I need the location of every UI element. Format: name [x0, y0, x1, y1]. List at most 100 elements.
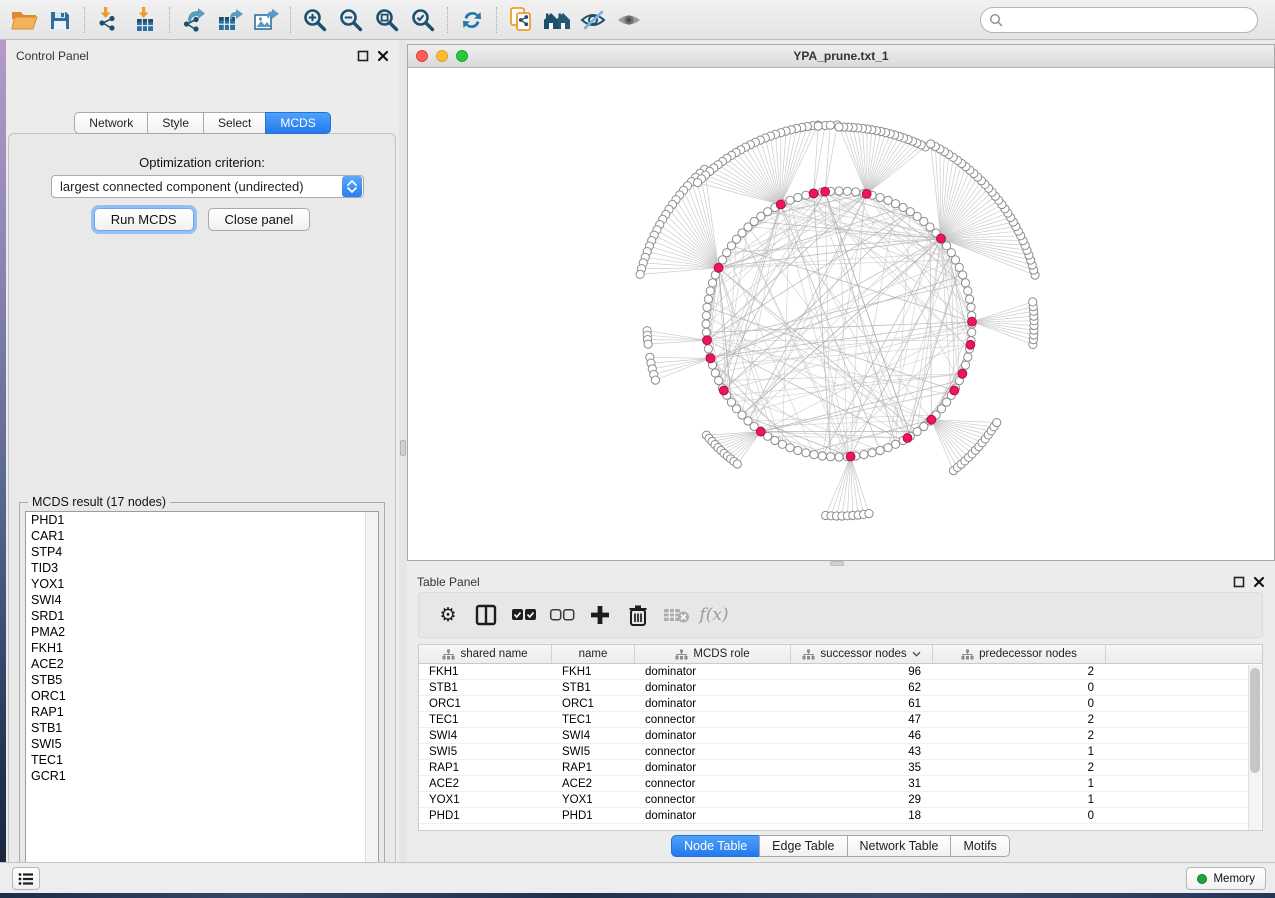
network-node[interactable] — [827, 453, 835, 461]
tab-edge-table[interactable]: Edge Table — [759, 835, 847, 857]
network-node[interactable] — [955, 263, 963, 271]
network-node[interactable] — [702, 320, 710, 328]
network-node[interactable] — [993, 419, 1001, 427]
tab-motifs[interactable]: Motifs — [950, 835, 1009, 857]
close-panel-icon[interactable] — [1253, 576, 1265, 588]
mcds-result-item[interactable]: STB1 — [26, 720, 378, 736]
hide-selected-button[interactable] — [575, 4, 611, 36]
tab-mcds[interactable]: MCDS — [265, 112, 330, 134]
network-node[interactable] — [927, 140, 935, 148]
network-node[interactable] — [802, 191, 810, 199]
network-node[interactable] — [835, 453, 843, 461]
mcds-node[interactable] — [968, 317, 977, 326]
network-node[interactable] — [884, 444, 892, 452]
scrollbar-thumb[interactable] — [1250, 668, 1260, 773]
column-header-shared_name[interactable]: shared name — [419, 645, 552, 663]
tab-select[interactable]: Select — [203, 112, 266, 134]
network-node[interactable] — [959, 271, 967, 279]
function-builder-button[interactable]: f(x) — [697, 598, 731, 632]
zoom-in-button[interactable] — [297, 4, 333, 36]
table-row-PHD1[interactable]: PHD1PHD1dominator180 — [419, 808, 1262, 824]
mcds-result-item[interactable]: SWI4 — [26, 592, 378, 608]
mcds-node[interactable] — [719, 386, 728, 395]
table-row-SWI4[interactable]: SWI4SWI4dominator462 — [419, 728, 1262, 744]
network-node[interactable] — [860, 451, 868, 459]
delete-table-button[interactable] — [659, 598, 693, 632]
mcds-result-item[interactable]: ACE2 — [26, 656, 378, 672]
network-node[interactable] — [733, 460, 741, 468]
network-node[interactable] — [651, 376, 659, 384]
mcds-result-item[interactable]: GCR1 — [26, 768, 378, 784]
zoom-out-button[interactable] — [333, 4, 369, 36]
network-node[interactable] — [802, 449, 810, 457]
network-node[interactable] — [702, 312, 710, 320]
save-session-button[interactable] — [42, 4, 78, 36]
network-node[interactable] — [964, 353, 972, 361]
table-scrollbar[interactable] — [1248, 665, 1261, 830]
tab-network[interactable]: Network — [74, 112, 148, 134]
refresh-layout-button[interactable] — [454, 4, 490, 36]
network-node[interactable] — [702, 328, 710, 336]
delete-column-button[interactable] — [621, 598, 655, 632]
column-chooser-button[interactable] — [469, 598, 503, 632]
table-row-STB1[interactable]: STB1STB1dominator620 — [419, 680, 1262, 696]
column-header-name[interactable]: name — [552, 645, 635, 663]
network-node[interactable] — [966, 295, 974, 303]
table-row-FKH1[interactable]: FKH1FKH1dominator962 — [419, 664, 1262, 680]
mcds-node[interactable] — [809, 189, 818, 198]
network-node[interactable] — [967, 303, 975, 311]
mcds-result-item[interactable]: STB5 — [26, 672, 378, 688]
network-node[interactable] — [835, 187, 843, 195]
network-node[interactable] — [964, 287, 972, 295]
network-node[interactable] — [794, 446, 802, 454]
mcds-node[interactable] — [937, 234, 946, 243]
mcds-node[interactable] — [706, 354, 715, 363]
table-row-TEC1[interactable]: TEC1TEC1connector472 — [419, 712, 1262, 728]
mcds-result-item[interactable]: RAP1 — [26, 704, 378, 720]
network-node[interactable] — [786, 196, 794, 204]
search-input[interactable] — [980, 7, 1258, 33]
mcds-result-item[interactable]: FKH1 — [26, 640, 378, 656]
mcds-result-item[interactable]: CAR1 — [26, 528, 378, 544]
export-table-button[interactable] — [212, 4, 248, 36]
first-neighbors-button[interactable] — [539, 4, 575, 36]
network-node[interactable] — [876, 193, 884, 201]
run-mcds-button[interactable]: Run MCDS — [94, 208, 194, 231]
table-row-YOX1[interactable]: YOX1YOX1connector291 — [419, 792, 1262, 808]
network-node[interactable] — [826, 121, 834, 129]
mcds-node[interactable] — [714, 263, 723, 272]
network-node[interactable] — [694, 179, 702, 187]
export-network-button[interactable] — [176, 4, 212, 36]
add-column-button[interactable] — [583, 598, 617, 632]
network-node[interactable] — [704, 345, 712, 353]
tab-style[interactable]: Style — [147, 112, 204, 134]
network-node[interactable] — [876, 446, 884, 454]
network-node[interactable] — [1029, 298, 1037, 306]
column-header-mcds_role[interactable]: MCDS role — [635, 645, 791, 663]
network-node[interactable] — [715, 377, 723, 385]
network-node[interactable] — [810, 451, 818, 459]
mcds-result-item[interactable]: YOX1 — [26, 576, 378, 592]
network-node[interactable] — [814, 122, 822, 130]
open-file-button[interactable] — [6, 4, 42, 36]
mcds-node[interactable] — [927, 415, 936, 424]
network-from-selection-button[interactable] — [503, 4, 539, 36]
show-all-button[interactable] — [611, 4, 647, 36]
mcds-node[interactable] — [903, 434, 912, 443]
column-header-predecessor_nodes[interactable]: predecessor nodes — [933, 645, 1106, 663]
table-row-SWI5[interactable]: SWI5SWI5connector431 — [419, 744, 1262, 760]
network-node[interactable] — [786, 444, 794, 452]
network-node[interactable] — [961, 279, 969, 287]
mcds-result-item[interactable]: ORC1 — [26, 688, 378, 704]
mcds-result-item[interactable]: TID3 — [26, 560, 378, 576]
network-node[interactable] — [852, 188, 860, 196]
network-node[interactable] — [892, 440, 900, 448]
network-node[interactable] — [884, 196, 892, 204]
mcds-node[interactable] — [958, 369, 967, 378]
mcds-result-item[interactable]: TEC1 — [26, 752, 378, 768]
network-node[interactable] — [711, 369, 719, 377]
table-settings-button[interactable]: ⚙ — [431, 598, 465, 632]
network-node[interactable] — [968, 328, 976, 336]
mcds-result-item[interactable]: SWI5 — [26, 736, 378, 752]
mcds-result-item[interactable]: PMA2 — [26, 624, 378, 640]
